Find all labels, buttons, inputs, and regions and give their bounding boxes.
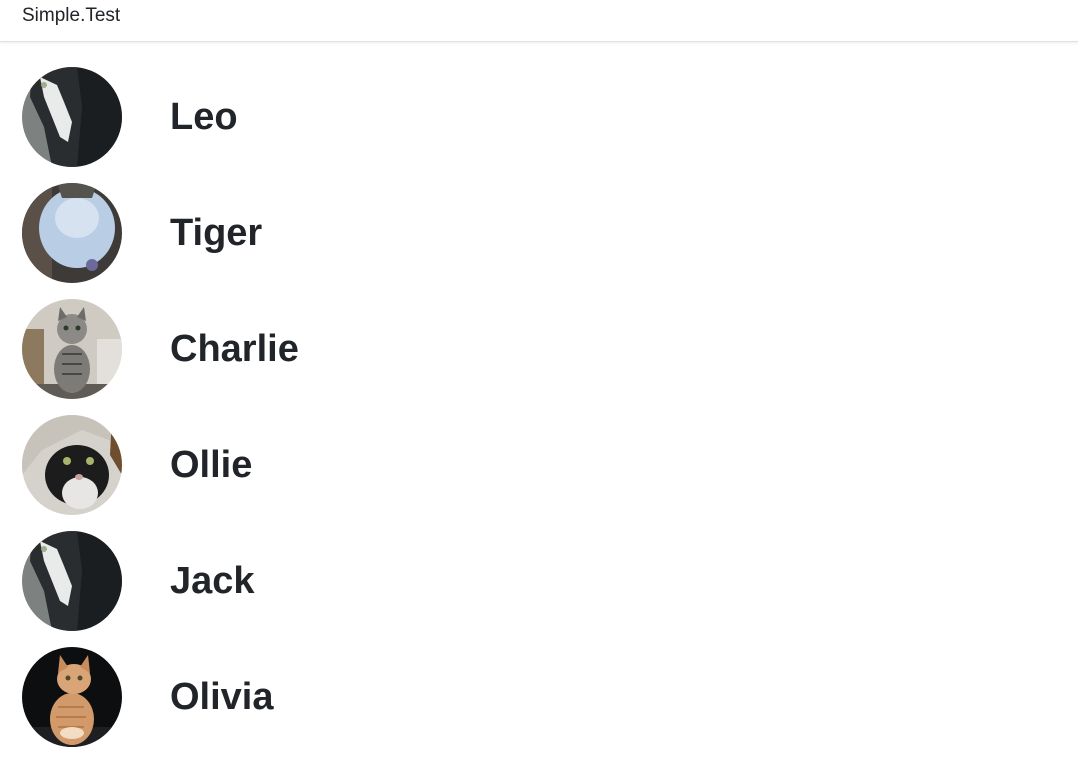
- brand-link[interactable]: Simple.Test: [22, 5, 120, 27]
- cat-avatar[interactable]: [22, 415, 122, 515]
- list-item[interactable]: Ollie: [0, 415, 1078, 531]
- cat-avatar[interactable]: [22, 647, 122, 747]
- list-item[interactable]: Leo: [0, 67, 1078, 183]
- cat-avatar[interactable]: [22, 531, 122, 631]
- cat-name[interactable]: Tiger: [170, 207, 262, 259]
- list-item[interactable]: Olivia: [0, 647, 1078, 763]
- cat-name[interactable]: Charlie: [170, 323, 299, 375]
- list-item[interactable]: Jack: [0, 531, 1078, 647]
- cat-name[interactable]: Ollie: [170, 439, 252, 491]
- list-item[interactable]: Tiger: [0, 183, 1078, 299]
- cat-avatar[interactable]: [22, 299, 122, 399]
- cat-list: Leo Tiger Charlie Ollie Jack Olivia: [0, 67, 1078, 763]
- cat-name[interactable]: Leo: [170, 91, 238, 143]
- cat-avatar[interactable]: [22, 67, 122, 167]
- cat-name[interactable]: Jack: [170, 555, 255, 607]
- cat-name[interactable]: Olivia: [170, 671, 274, 723]
- top-navbar: Simple.Test: [0, 0, 1078, 42]
- list-item[interactable]: Charlie: [0, 299, 1078, 415]
- cat-avatar[interactable]: [22, 183, 122, 283]
